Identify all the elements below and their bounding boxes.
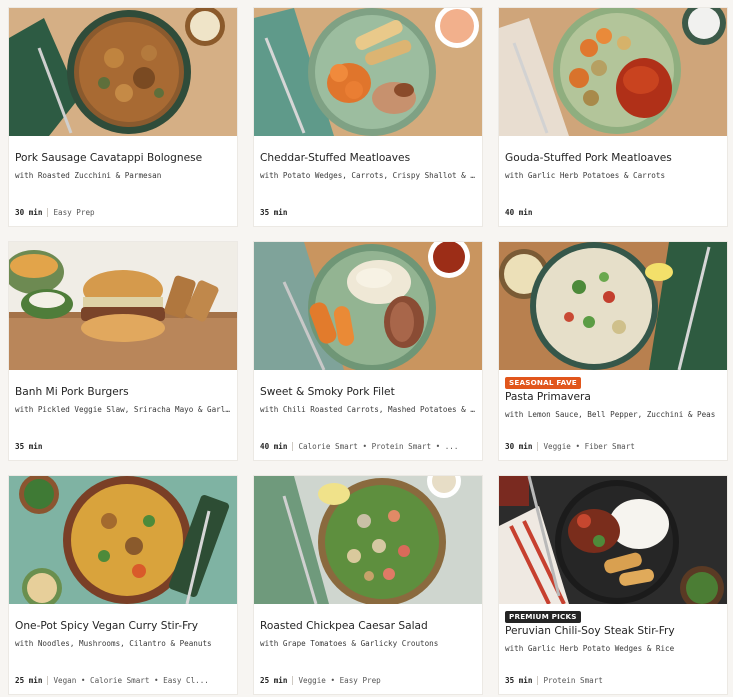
recipe-tags: Easy Prep — [53, 208, 95, 217]
meta-divider — [292, 442, 294, 451]
recipe-tags: Protein Smart — [543, 676, 603, 685]
recipe-title[interactable]: Banh Mi Pork Burgers — [15, 386, 229, 398]
meta-divider — [47, 676, 49, 685]
recipe-photo — [254, 476, 482, 604]
recipe-photo — [9, 8, 237, 136]
recipe-title[interactable]: Sweet & Smoky Pork Filet — [260, 386, 474, 398]
recipe-title[interactable]: Gouda-Stuffed Pork Meatloaves — [505, 152, 719, 164]
recipe-photo — [254, 242, 482, 370]
recipe-meta: 30 min Veggie • Fiber Smart — [505, 442, 721, 451]
recipe-meta: 35 min — [260, 208, 476, 217]
recipe-subtitle: with Noodles, Mushrooms, Cilantro & Pean… — [15, 639, 212, 648]
meta-divider — [537, 442, 539, 451]
recipe-photo — [9, 476, 237, 604]
recipe-meta: 30 min Easy Prep — [15, 208, 231, 217]
prep-time: 25 min — [15, 676, 43, 685]
recipe-title[interactable]: Peruvian Chili-Soy Steak Stir-Fry — [505, 625, 719, 637]
recipe-subtitle: with Lemon Sauce, Bell Pepper, Zucchini … — [505, 410, 716, 419]
recipe-photo — [499, 476, 727, 604]
recipe-card[interactable]: PREMIUM PICKS Peruvian Chili-Soy Steak S… — [498, 475, 728, 695]
recipe-card[interactable]: One-Pot Spicy Vegan Curry Stir-Fry with … — [8, 475, 238, 695]
recipe-meta: 40 min — [505, 208, 721, 217]
recipe-photo — [9, 242, 237, 370]
recipe-meta: 35 min Protein Smart — [505, 676, 721, 685]
recipe-card[interactable]: Roasted Chickpea Caesar Salad with Grape… — [253, 475, 483, 695]
prep-time: 40 min — [260, 442, 288, 451]
meta-divider — [537, 676, 539, 685]
recipe-card[interactable]: SEASONAL FAVE Pasta Primavera with Lemon… — [498, 241, 728, 461]
recipe-card[interactable]: Pork Sausage Cavatappi Bolognese with Ro… — [8, 7, 238, 227]
recipe-title[interactable]: Pork Sausage Cavatappi Bolognese — [15, 152, 229, 164]
meta-divider — [292, 676, 294, 685]
recipe-subtitle: with Pickled Veggie Slaw, Sriracha Mayo … — [15, 405, 231, 414]
prep-time: 35 min — [15, 442, 43, 451]
recipe-subtitle: with Chili Roasted Carrots, Mashed Potat… — [260, 405, 476, 414]
recipe-tags: Calorie Smart • Protein Smart • ... — [298, 442, 459, 451]
recipe-card[interactable]: Sweet & Smoky Pork Filet with Chili Roas… — [253, 241, 483, 461]
recipe-subtitle: with Garlic Herb Potatoes & Carrots — [505, 171, 666, 180]
recipe-tags: Veggie • Fiber Smart — [543, 442, 635, 451]
recipe-title[interactable]: One-Pot Spicy Vegan Curry Stir-Fry — [15, 620, 229, 632]
recipe-card[interactable]: Gouda-Stuffed Pork Meatloaves with Garli… — [498, 7, 728, 227]
recipe-subtitle: with Garlic Herb Potato Wedges & Rice — [505, 644, 675, 653]
recipe-title[interactable]: Cheddar-Stuffed Meatloaves — [260, 152, 474, 164]
recipe-meta: 40 min Calorie Smart • Protein Smart • .… — [260, 442, 476, 451]
seasonal-badge: SEASONAL FAVE — [505, 377, 581, 389]
premium-badge: PREMIUM PICKS — [505, 611, 581, 623]
prep-time: 25 min — [260, 676, 288, 685]
prep-time: 35 min — [260, 208, 288, 217]
recipe-meta: 25 min Veggie • Easy Prep — [260, 676, 476, 685]
recipe-photo — [499, 242, 727, 370]
recipe-meta: 35 min — [15, 442, 231, 451]
recipe-meta: 25 min Vegan • Calorie Smart • Easy Cl..… — [15, 676, 231, 685]
recipe-subtitle: with Potato Wedges, Carrots, Crispy Shal… — [260, 171, 476, 180]
prep-time: 30 min — [505, 442, 533, 451]
recipe-tags: Veggie • Easy Prep — [298, 676, 381, 685]
recipe-title[interactable]: Pasta Primavera — [505, 391, 719, 403]
meta-divider — [47, 208, 49, 217]
prep-time: 40 min — [505, 208, 533, 217]
recipe-title[interactable]: Roasted Chickpea Caesar Salad — [260, 620, 474, 632]
recipe-grid: Pork Sausage Cavatappi Bolognese with Ro… — [0, 0, 733, 697]
recipe-card[interactable]: Cheddar-Stuffed Meatloaves with Potato W… — [253, 7, 483, 227]
recipe-subtitle: with Grape Tomatoes & Garlicky Croutons — [260, 639, 439, 648]
recipe-photo — [254, 8, 482, 136]
recipe-photo — [499, 8, 727, 136]
prep-time: 35 min — [505, 676, 533, 685]
prep-time: 30 min — [15, 208, 43, 217]
recipe-subtitle: with Roasted Zucchini & Parmesan — [15, 171, 162, 180]
recipe-card[interactable]: Banh Mi Pork Burgers with Pickled Veggie… — [8, 241, 238, 461]
recipe-tags: Vegan • Calorie Smart • Easy Cl... — [53, 676, 209, 685]
